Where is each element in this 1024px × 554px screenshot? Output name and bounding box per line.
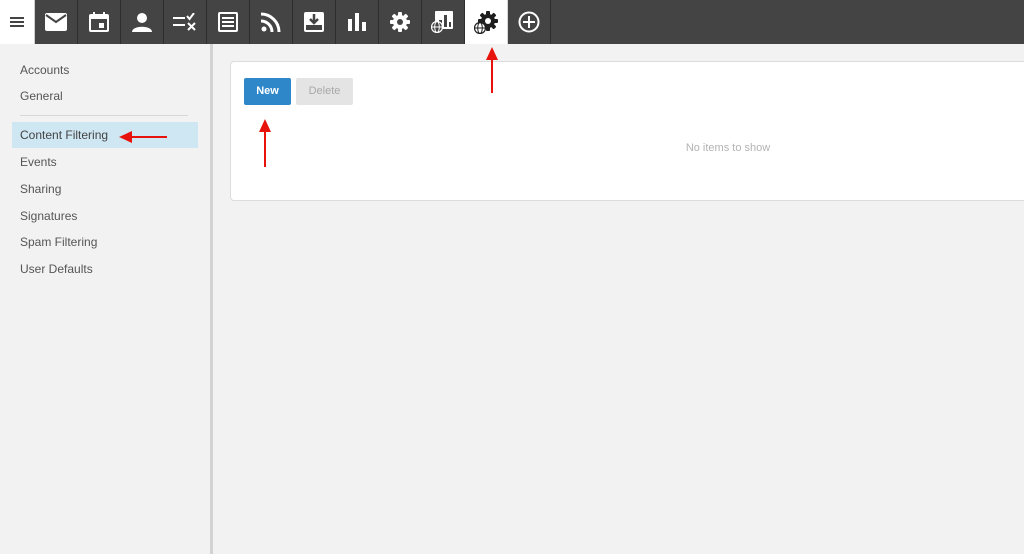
- tasks-icon[interactable]: [164, 0, 207, 44]
- sidebar-item-spam-filtering[interactable]: Spam Filtering: [12, 229, 198, 255]
- reports-icon[interactable]: [336, 0, 379, 44]
- delete-button: Delete: [296, 78, 353, 105]
- sidebar-item-general[interactable]: General: [12, 83, 198, 109]
- content-filtering-panel: New Delete No items to show: [230, 61, 1024, 201]
- sidebar-item-signatures[interactable]: Signatures: [12, 203, 198, 229]
- settings-sidebar: Accounts General Content Filtering Event…: [0, 44, 213, 554]
- new-button[interactable]: New: [244, 78, 291, 105]
- contacts-icon[interactable]: [121, 0, 164, 44]
- rss-icon[interactable]: [250, 0, 293, 44]
- empty-state-message: No items to show: [685, 142, 771, 154]
- sidebar-divider: [20, 115, 188, 116]
- sidebar-item-sharing[interactable]: Sharing: [12, 176, 198, 202]
- file-download-icon[interactable]: [293, 0, 336, 44]
- domain-reports-icon[interactable]: [422, 0, 465, 44]
- sidebar-item-accounts[interactable]: Accounts: [12, 57, 198, 83]
- top-toolbar: [0, 0, 1024, 44]
- settings-icon[interactable]: [379, 0, 422, 44]
- sidebar-item-events[interactable]: Events: [12, 149, 198, 175]
- notes-icon[interactable]: [207, 0, 250, 44]
- hamburger-menu-icon[interactable]: [0, 0, 35, 44]
- calendar-icon[interactable]: [78, 0, 121, 44]
- add-icon[interactable]: [508, 0, 551, 44]
- toolbar-icon-group: [35, 0, 551, 44]
- sidebar-item-user-defaults[interactable]: User Defaults: [12, 256, 198, 282]
- sidebar-item-content-filtering[interactable]: Content Filtering: [12, 122, 198, 148]
- mail-icon[interactable]: [35, 0, 78, 44]
- domain-settings-icon[interactable]: [465, 0, 508, 44]
